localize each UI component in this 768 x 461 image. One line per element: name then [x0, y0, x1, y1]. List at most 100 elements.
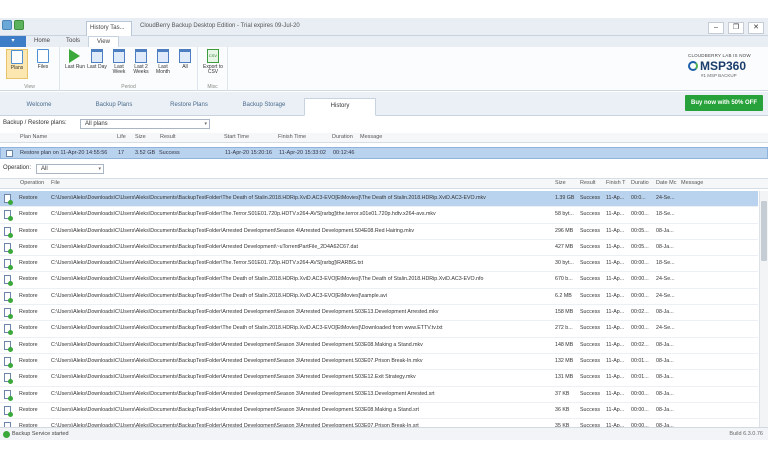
last-month-label: Last Month [156, 64, 170, 75]
table-row[interactable]: Restore C:\Users\Aleks\Downloads\C\Users\… [0, 224, 758, 240]
row-size: 132 MB [555, 357, 574, 364]
tab-backup-storage[interactable]: Backup Storage [230, 98, 298, 116]
buy-now-button[interactable]: Buy now with 50% OFF [685, 95, 763, 111]
restore-button[interactable]: ❐ [728, 22, 744, 34]
table-row[interactable]: Restore C:\Users\Aleks\Downloads\C\Users\… [0, 354, 758, 371]
row-date-modified: 24-Se... [656, 195, 675, 201]
col-file-result[interactable]: Result [580, 180, 596, 186]
tab-home[interactable]: Home [26, 36, 58, 47]
row-finish-time: 11-Ap... [606, 195, 625, 201]
status-text: Backup Service started [12, 431, 69, 437]
last-month-button[interactable]: Last Month [152, 49, 174, 79]
refresh-icon[interactable] [14, 20, 24, 30]
last-week-button[interactable]: Last Week [108, 49, 130, 79]
col-duration[interactable]: Duration [332, 134, 353, 140]
tab-tools[interactable]: Tools [58, 36, 88, 47]
status-ok-icon [3, 431, 10, 438]
col-start-time[interactable]: Start Time [224, 134, 249, 140]
row-file-path: C:\Users\Aleks\Downloads\C\Users\Aleks\D… [51, 325, 443, 332]
last-2-weeks-button[interactable]: Last 2 Weeks [130, 49, 152, 79]
app-logo-icon [2, 20, 12, 30]
col-finish-time[interactable]: Finish Time [278, 134, 306, 140]
table-row[interactable]: Restore C:\Users\Aleks\Downloads\C\Users\… [0, 272, 758, 289]
col-life[interactable]: Life [117, 134, 126, 140]
row-operation: Restore [19, 357, 38, 364]
tab-view[interactable]: View [88, 36, 119, 47]
tab-restore-plans[interactable]: Restore Plans [156, 98, 222, 116]
row-file-path: C:\Users\Aleks\Downloads\C\Users\Aleks\D… [51, 406, 420, 413]
all-period-button[interactable]: All [174, 49, 196, 79]
vertical-scrollbar[interactable] [759, 191, 768, 428]
row-size: 6.2 MB [555, 292, 572, 299]
col-duration[interactable]: Duratio [631, 180, 649, 186]
row-date-modified: 18-Se... [656, 211, 675, 218]
operation-filter-select[interactable]: All ▾ [36, 164, 104, 174]
col-operation[interactable]: Operation [20, 180, 44, 186]
row-finish-time: 11-Ap... [606, 211, 625, 218]
col-file[interactable]: File [51, 180, 60, 186]
plan-filter-select[interactable]: All plans ▾ [80, 119, 210, 129]
table-row[interactable]: Restore C:\Users\Aleks\Downloads\C\Users\… [0, 387, 758, 403]
restore-file-icon [4, 324, 13, 336]
plan-life: 17 [118, 150, 125, 156]
row-finish-time: 11-Ap... [606, 341, 625, 348]
row-result: Success [580, 227, 601, 234]
row-operation: Restore [19, 374, 38, 381]
table-row[interactable]: Restore C:\Users\Aleks\Downloads\C\Users\… [0, 256, 758, 273]
row-size: 30 byt... [555, 260, 574, 267]
plan-name: Restore plan on 11-Apr-20 14:55:56 [20, 150, 108, 156]
table-row[interactable]: Restore C:\Users\Aleks\Downloads\C\Users\… [0, 289, 758, 306]
col-plan-name[interactable]: Plan Name [20, 134, 47, 140]
tab-welcome[interactable]: Welcome [14, 98, 64, 116]
row-operation: Restore [19, 227, 38, 234]
minimize-button[interactable]: – [708, 22, 724, 34]
app-menu-button[interactable]: ▾ [0, 36, 26, 47]
plans-icon [11, 50, 23, 64]
row-operation: Restore [19, 276, 38, 283]
table-row[interactable]: Restore C:\Users\Aleks\Downloads\C\Users\… [0, 370, 758, 387]
calendar-icon [91, 49, 103, 63]
plan-row[interactable]: Restore plan on 11-Apr-20 14:55:56 17 3.… [0, 147, 768, 159]
calendar-icon [135, 49, 147, 63]
col-date-modified[interactable]: Date Mc [656, 180, 676, 186]
row-file-path: C:\Users\Aleks\Downloads\C\Users\Aleks\D… [51, 227, 414, 234]
col-finish[interactable]: Finish T [606, 180, 625, 186]
plans-button[interactable]: Plans [6, 49, 28, 79]
plan-filter-label: Backup / Restore plans: [3, 120, 67, 126]
row-date-modified: 08-Ja... [656, 374, 674, 381]
table-row[interactable]: Restore C:\Users\Aleks\Downloads\C\Users\… [0, 321, 758, 338]
restore-file-icon [4, 259, 13, 271]
col-result[interactable]: Result [160, 134, 176, 140]
window-controls: – ❐ ✕ [708, 22, 764, 34]
table-row[interactable]: Restore C:\Users\Aleks\Downloads\C\Users\… [0, 207, 758, 224]
plan-filter-value: All plans [85, 121, 108, 127]
last-run-button[interactable]: Last Run [64, 49, 86, 79]
col-file-message[interactable]: Message [681, 180, 703, 186]
row-operation: Restore [19, 195, 38, 201]
table-row[interactable]: Restore C:\Users\Aleks\Downloads\C\Users\… [0, 403, 758, 420]
files-button[interactable]: Files [32, 49, 54, 79]
tab-backup-plans[interactable]: Backup Plans [80, 98, 148, 116]
row-finish-time: 11-Ap... [606, 292, 625, 299]
row-file-path: C:\Users\Aleks\Downloads\C\Users\Aleks\D… [51, 260, 364, 267]
col-file-size[interactable]: Size [555, 180, 566, 186]
scrollbar-thumb[interactable] [761, 201, 767, 261]
row-result: Success [580, 390, 601, 397]
quick-access-toolbar [2, 20, 24, 30]
last-day-button[interactable]: Last Day [86, 49, 108, 79]
table-row[interactable]: Restore C:\Users\Aleks\Downloads\C\Users\… [0, 338, 758, 354]
row-finish-time: 11-Ap... [606, 276, 625, 283]
col-size[interactable]: Size [135, 134, 146, 140]
col-message[interactable]: Message [360, 134, 382, 140]
table-row[interactable]: Restore C:\Users\Aleks\Downloads\C\Users\… [0, 305, 758, 322]
context-tab-title[interactable]: History Tas... [86, 21, 132, 36]
export-csv-button[interactable]: CSV Export to CSV [202, 49, 224, 79]
tab-history[interactable]: History [304, 98, 376, 116]
table-row[interactable]: Restore C:\Users\Aleks\Downloads\C\Users\… [0, 240, 758, 257]
table-row[interactable]: Restore C:\Users\Aleks\Downloads\C\Users\… [0, 191, 758, 208]
row-duration: 00:02... [631, 309, 649, 316]
msp360-mark-icon [688, 61, 698, 71]
close-button[interactable]: ✕ [748, 22, 764, 34]
plan-result: Success [159, 150, 180, 156]
row-finish-time: 11-Ap... [606, 309, 625, 316]
